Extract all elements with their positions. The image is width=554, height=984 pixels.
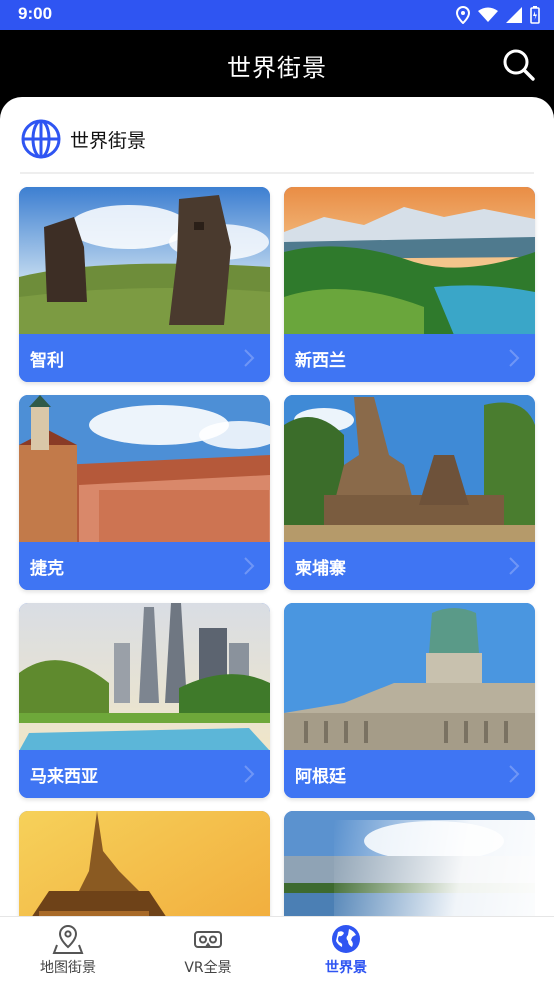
chevron-right-icon [244, 349, 255, 367]
signal-icon [506, 7, 522, 23]
status-icons [456, 6, 540, 24]
status-time: 9:00 [18, 4, 53, 23]
card-coastal-city[interactable] [284, 811, 535, 917]
card-label: 新西兰 [295, 351, 346, 371]
nav-label: 世界景 [325, 960, 367, 976]
chevron-right-icon [509, 765, 520, 783]
card-label: 马来西亚 [30, 767, 98, 787]
cambodia-temple-image [284, 395, 535, 543]
argentina-congress-image [284, 603, 535, 751]
chevron-right-icon [509, 557, 520, 575]
thailand-temple-image [19, 811, 270, 917]
card-footer: 捷克 [19, 542, 270, 590]
nav-label: VR全景 [184, 960, 232, 976]
card-chile[interactable]: 智利 [19, 187, 270, 382]
card-label: 阿根廷 [295, 767, 346, 787]
status-bar: 9:00 [0, 0, 554, 30]
search-icon[interactable] [502, 48, 536, 82]
card-label: 智利 [30, 351, 64, 371]
nav-world-view[interactable]: 世界景 [286, 923, 406, 977]
card-new-zealand[interactable]: 新西兰 [284, 187, 535, 382]
chevron-right-icon [244, 557, 255, 575]
czech-city-image [19, 395, 270, 543]
card-footer: 智利 [19, 334, 270, 382]
globe-icon [21, 119, 61, 159]
chile-moai-image [19, 187, 270, 335]
map-pin-icon [52, 924, 84, 954]
section-header: 世界街景 [20, 117, 146, 161]
page-title: 世界街景 [227, 54, 327, 82]
nav-map-street-view[interactable]: 地图街景 [8, 923, 128, 977]
chevron-right-icon [509, 349, 520, 367]
card-footer: 柬埔寨 [284, 542, 535, 590]
card-label: 柬埔寨 [295, 559, 346, 579]
globe-icon [332, 925, 360, 953]
card-footer: 新西兰 [284, 334, 535, 382]
card-cambodia[interactable]: 柬埔寨 [284, 395, 535, 590]
card-malaysia[interactable]: 马来西亚 [19, 603, 270, 798]
card-footer: 阿根廷 [284, 750, 535, 798]
battery-icon [530, 6, 540, 24]
location-icon [456, 6, 470, 24]
wifi-icon [478, 7, 498, 22]
nav-vr-panorama[interactable]: VR全景 [148, 923, 268, 977]
card-footer: 马来西亚 [19, 750, 270, 798]
section-title: 世界街景 [70, 129, 147, 152]
malaysia-towers-image [19, 603, 270, 751]
vr-headset-icon [194, 931, 222, 948]
card-argentina[interactable]: 阿根廷 [284, 603, 535, 798]
card-thailand[interactable] [19, 811, 270, 917]
card-label: 捷克 [30, 559, 64, 579]
app-header: 世界街景 [0, 30, 554, 100]
chevron-right-icon [244, 765, 255, 783]
card-czech[interactable]: 捷克 [19, 395, 270, 590]
content-sheet: 世界街景 智利 新西兰 捷克 柬埔寨 马来西亚 阿根廷 [0, 97, 554, 917]
divider [20, 172, 534, 174]
nav-label: 地图街景 [40, 960, 96, 976]
bottom-nav: 地图街景 VR全景 世界景 [0, 916, 554, 984]
new-zealand-image [284, 187, 535, 335]
coastal-city-image [284, 811, 535, 917]
